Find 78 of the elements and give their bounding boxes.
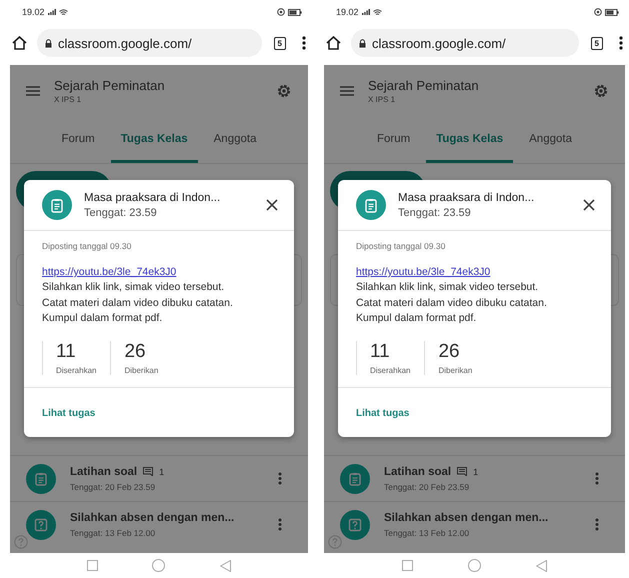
back-icon[interactable] xyxy=(220,560,231,572)
video-link[interactable]: https://youtu.be/3le_74ek3J0 xyxy=(42,265,176,280)
alarm-icon xyxy=(594,8,602,16)
lock-icon xyxy=(359,38,366,48)
assignment-title[interactable]: Latihan soal xyxy=(70,466,138,478)
home-icon[interactable] xyxy=(326,36,341,50)
signal-icon xyxy=(48,9,56,15)
stat-count: 26 xyxy=(124,340,146,362)
video-link[interactable]: https://youtu.be/3le_74ek3J0 xyxy=(356,265,490,280)
lock-icon xyxy=(45,38,52,48)
assignment-icon xyxy=(26,510,56,540)
assignment-title[interactable]: Silahkan absen dengan men... xyxy=(70,512,234,524)
view-assignment-link[interactable]: Lihat tugas xyxy=(42,408,96,418)
due-date: Tenggat: 23.59 xyxy=(84,206,158,218)
class-tab[interactable]: Tugas Kelas xyxy=(110,105,198,163)
menu-icon[interactable] xyxy=(340,86,354,96)
due-date: Tenggat: 20 Feb 23.59 xyxy=(70,482,156,492)
battery-icon xyxy=(288,8,302,16)
wifi-icon xyxy=(372,8,382,16)
stat-label: Diberikan xyxy=(438,366,472,374)
assignment-title[interactable]: Silahkan absen dengan men... xyxy=(384,512,548,524)
due-date: Tenggat: 20 Feb 23.59 xyxy=(384,482,470,492)
posted-date: Diposting tanggal 09.30 xyxy=(42,241,132,251)
dialog-title: Masa praaksara di Indon... xyxy=(398,192,536,204)
course-title: Sejarah Peminatan xyxy=(368,78,480,93)
home-icon[interactable] xyxy=(12,36,27,50)
view-assignment-link[interactable]: Lihat tugas xyxy=(356,408,410,418)
signal-icon xyxy=(362,9,370,15)
class-tab[interactable]: Anggota xyxy=(204,105,266,163)
course-subtitle: X IPS 1 xyxy=(54,95,82,104)
assignment-icon xyxy=(42,190,72,220)
back-icon[interactable] xyxy=(536,560,548,572)
due-date: Tenggat: 13 Feb 12.00 xyxy=(384,528,470,538)
address-bar[interactable]: classroom.google.com/ xyxy=(351,29,579,57)
more-icon[interactable] xyxy=(302,36,306,50)
comment-icon xyxy=(143,467,154,476)
assignment-icon xyxy=(340,464,370,494)
stat-label: Diberikan xyxy=(124,366,158,374)
close-icon[interactable] xyxy=(266,199,278,211)
assignment-icon xyxy=(356,190,386,220)
menu-icon[interactable] xyxy=(26,86,40,96)
stat-count: 11 xyxy=(56,340,76,362)
recents-icon[interactable] xyxy=(402,560,413,571)
instructions-text: Silahkan klik link, simak video tersebut. Catat materi dalam video dibuku catatan. Kumpul dalam format pdf. xyxy=(42,280,234,326)
class-tab[interactable]: Anggota xyxy=(519,105,582,163)
status-time: 19.02 xyxy=(336,7,359,17)
class-tab[interactable]: Forum xyxy=(52,105,105,163)
comment-icon xyxy=(457,467,468,476)
battery-icon xyxy=(605,8,619,16)
settings-icon[interactable] xyxy=(276,83,292,99)
instructions-text: Silahkan klik link, simak video tersebut. Catat materi dalam video dibuku catatan. Kumpul dalam format pdf. xyxy=(356,280,548,326)
posted-date: Diposting tanggal 09.30 xyxy=(356,241,446,251)
dialog-title: Masa praaksara di Indon... xyxy=(84,192,222,204)
wifi-icon xyxy=(58,8,68,16)
due-date: Tenggat: 13 Feb 12.00 xyxy=(70,528,156,538)
tab-count-button[interactable]: 5 xyxy=(274,36,286,50)
more-icon[interactable] xyxy=(619,36,623,50)
assignment-title[interactable]: Latihan soal xyxy=(384,466,452,478)
alarm-icon xyxy=(277,8,285,16)
class-tab[interactable]: Tugas Kelas xyxy=(426,105,514,163)
assignment-icon xyxy=(340,510,370,540)
class-tab[interactable]: Forum xyxy=(367,105,420,163)
stat-label: Diserahkan xyxy=(370,366,410,374)
course-subtitle: X IPS 1 xyxy=(368,95,396,104)
address-bar[interactable]: classroom.google.com/ xyxy=(37,29,262,57)
status-time: 19.02 xyxy=(22,7,45,17)
tab-count-button[interactable]: 5 xyxy=(590,36,603,50)
close-icon[interactable] xyxy=(583,199,595,211)
recents-icon[interactable] xyxy=(87,560,98,571)
due-date: Tenggat: 23.59 xyxy=(398,206,472,218)
comment-count: 1 xyxy=(159,466,164,476)
stat-label: Diserahkan xyxy=(56,366,96,374)
stat-count: 26 xyxy=(438,340,460,362)
stat-count: 11 xyxy=(370,340,390,362)
assignment-icon xyxy=(26,464,56,494)
comment-count: 1 xyxy=(473,466,478,476)
settings-icon[interactable] xyxy=(593,83,609,99)
course-title: Sejarah Peminatan xyxy=(54,78,166,93)
